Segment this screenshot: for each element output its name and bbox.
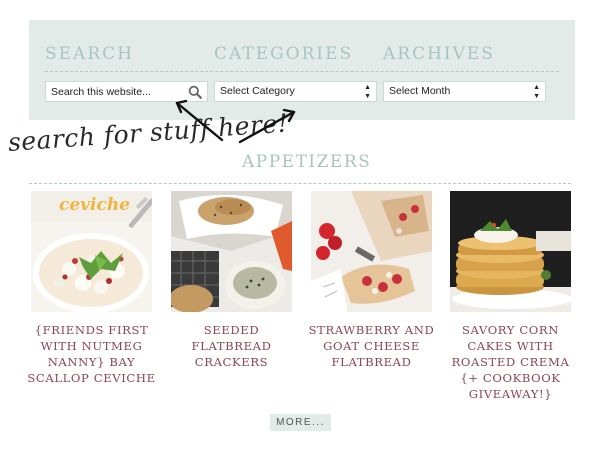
post-thumbnail[interactable]	[311, 191, 432, 312]
post-thumbnail[interactable]	[450, 191, 571, 312]
post-title[interactable]: STRAWBERRY AND GOAT CHEESE FLATBREAD	[305, 322, 438, 370]
section-title: APPETIZERS	[242, 152, 372, 172]
search-widget-title: SEARCH	[45, 44, 134, 64]
archive-month-select-value: Select Month	[389, 85, 451, 97]
corn-cakes-photo	[450, 191, 571, 312]
strawberry-flatbread-photo	[311, 191, 432, 312]
post-card[interactable]: ceviche {FRIENDS FIRST WITH NUTMEG NANNY…	[27, 191, 155, 386]
search-input[interactable]	[51, 82, 181, 101]
select-arrows-icon: ▲ ▼	[533, 83, 540, 100]
post-title[interactable]: {FRIENDS FIRST WITH NUTMEG NANNY} BAY SC…	[25, 322, 158, 386]
post-card[interactable]: SAVORY CORN CAKES WITH ROASTED CREMA {+ …	[450, 191, 571, 402]
search-field[interactable]	[45, 81, 208, 102]
post-card[interactable]: STRAWBERRY AND GOAT CHEESE FLATBREAD	[309, 191, 434, 370]
category-select[interactable]: Select Category ▲ ▼	[214, 81, 377, 102]
widget-divider	[45, 71, 559, 72]
search-icon[interactable]	[188, 85, 202, 99]
archives-widget-title: ARCHIVES	[383, 44, 495, 64]
post-card[interactable]: SEEDED FLATBREAD CRACKERS	[171, 191, 292, 370]
more-button[interactable]: MORE...	[270, 414, 331, 431]
ceviche-photo-caption: ceviche	[59, 195, 130, 215]
widget-bar: SEARCH CATEGORIES ARCHIVES Select Catego…	[29, 20, 575, 120]
post-title[interactable]: SEEDED FLATBREAD CRACKERS	[165, 322, 298, 370]
post-title[interactable]: SAVORY CORN CAKES WITH ROASTED CREMA {+ …	[444, 322, 577, 402]
flatbread-crackers-photo	[171, 191, 292, 312]
category-select-value: Select Category	[220, 85, 295, 97]
post-thumbnail[interactable]: ceviche	[31, 191, 152, 312]
ceviche-photo: ceviche	[31, 191, 152, 312]
post-thumbnail[interactable]	[171, 191, 292, 312]
categories-widget-title: CATEGORIES	[214, 44, 354, 64]
section-divider	[29, 183, 571, 184]
archive-month-select[interactable]: Select Month ▲ ▼	[383, 81, 546, 102]
select-arrows-icon: ▲ ▼	[364, 83, 371, 100]
